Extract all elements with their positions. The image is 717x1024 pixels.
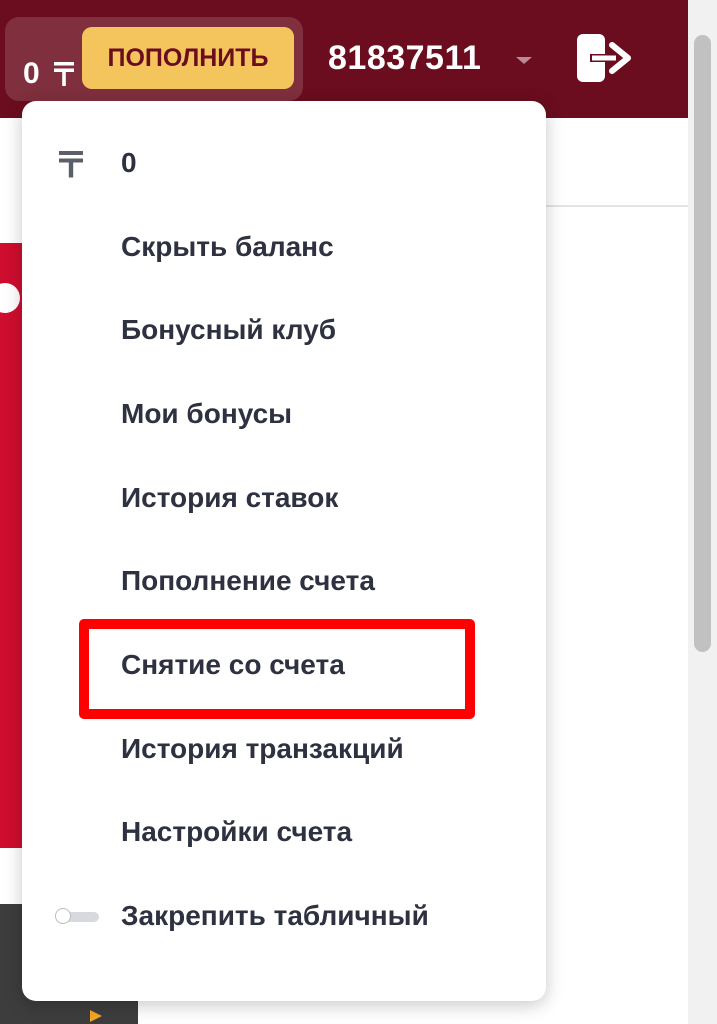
tenge-icon (59, 151, 83, 178)
withdrawal-highlight-box (79, 619, 475, 719)
account-number[interactable]: 81837511 (328, 38, 481, 78)
play-arrow-icon (90, 1010, 102, 1022)
menu-item-pin-toggle[interactable]: Закрепить табличный (22, 886, 546, 946)
menu-item-label: Бонусный клуб (121, 314, 337, 345)
logout-icon[interactable] (574, 30, 632, 86)
menu-item-label: Закрепить табличный (121, 900, 429, 931)
chevron-down-icon[interactable] (512, 52, 536, 68)
scrollbar-thumb[interactable] (694, 35, 711, 652)
menu-item-account-settings[interactable]: Настройки счета (22, 802, 546, 862)
menu-item-hide-balance[interactable]: Скрыть баланс (22, 217, 546, 277)
header-balance-amount: 0 (23, 57, 40, 90)
menu-item-label: Настройки счета (121, 816, 353, 847)
menu-balance-row: 0 (22, 133, 546, 193)
menu-item-my-bonuses[interactable]: Мои бонусы (22, 384, 546, 444)
menu-item-label: Пополнение счета (121, 565, 375, 596)
menu-item-label: Мои бонусы (121, 398, 293, 429)
toggle-knob (55, 908, 71, 924)
balance-widget[interactable]: 0 ПОПОЛНИТЬ (5, 17, 303, 101)
tenge-icon (54, 62, 74, 86)
background-panel-bottom (0, 998, 138, 1024)
menu-item-deposit[interactable]: Пополнение счета (22, 551, 546, 611)
banner-dot (0, 283, 20, 313)
topup-button[interactable]: ПОПОЛНИТЬ (82, 27, 294, 89)
menu-item-label: Скрыть баланс (121, 231, 334, 262)
menu-item-bonus-club[interactable]: Бонусный клуб (22, 300, 546, 360)
account-dropdown-menu: 0 Скрыть баланс Бонусный клуб Мои бонусы… (22, 101, 546, 1001)
menu-item-label: История ставок (121, 482, 339, 513)
menu-item-transaction-history[interactable]: История транзакций (22, 719, 546, 779)
menu-item-label: История транзакций (121, 733, 404, 764)
background-banner (0, 243, 24, 848)
menu-balance-value: 0 (121, 147, 137, 178)
pin-toggle-switch[interactable] (55, 908, 99, 926)
divider (540, 205, 688, 207)
menu-item-bet-history[interactable]: История ставок (22, 468, 546, 528)
